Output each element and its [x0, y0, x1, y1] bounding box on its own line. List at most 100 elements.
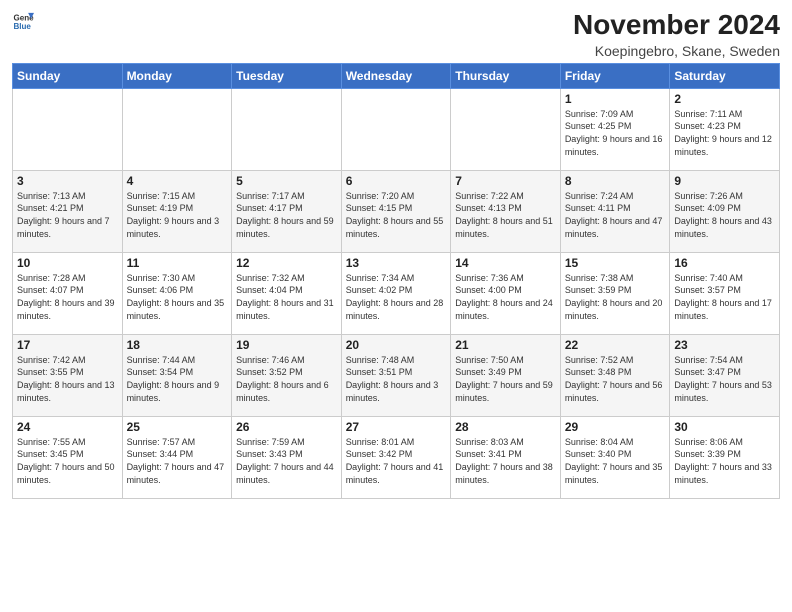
- calendar-week-0: 1 Sunrise: 7:09 AM Sunset: 4:25 PM Daylig…: [13, 88, 780, 170]
- day-detail: Sunrise: 7:55 AM Sunset: 3:45 PM Dayligh…: [17, 436, 118, 486]
- calendar-cell-w1d2: 5 Sunrise: 7:17 AM Sunset: 4:17 PM Daylig…: [232, 170, 342, 252]
- day-detail: Sunrise: 7:50 AM Sunset: 3:49 PM Dayligh…: [455, 354, 556, 404]
- calendar-cell-w3d6: 23 Sunrise: 7:54 AM Sunset: 3:47 PM Dayli…: [670, 334, 780, 416]
- day-number: 9: [674, 174, 775, 188]
- day-detail: Sunrise: 7:24 AM Sunset: 4:11 PM Dayligh…: [565, 190, 666, 240]
- header-tuesday: Tuesday: [232, 63, 342, 88]
- day-number: 16: [674, 256, 775, 270]
- calendar-cell-w2d2: 12Sunrise: 7:32 AM Sunset: 4:04 PM Dayli…: [232, 252, 342, 334]
- day-number: 8: [565, 174, 666, 188]
- calendar-cell-w0d6: 2 Sunrise: 7:11 AM Sunset: 4:23 PM Daylig…: [670, 88, 780, 170]
- day-detail: Sunrise: 7:54 AM Sunset: 3:47 PM Dayligh…: [674, 354, 775, 404]
- day-detail: Sunrise: 7:13 AM Sunset: 4:21 PM Dayligh…: [17, 190, 118, 240]
- day-detail: Sunrise: 7:28 AM Sunset: 4:07 PM Dayligh…: [17, 272, 118, 322]
- day-detail: Sunrise: 7:44 AM Sunset: 3:54 PM Dayligh…: [127, 354, 228, 404]
- header-saturday: Saturday: [670, 63, 780, 88]
- day-number: 18: [127, 338, 228, 352]
- day-detail: Sunrise: 8:03 AM Sunset: 3:41 PM Dayligh…: [455, 436, 556, 486]
- header-wednesday: Wednesday: [341, 63, 451, 88]
- day-detail: Sunrise: 7:26 AM Sunset: 4:09 PM Dayligh…: [674, 190, 775, 240]
- day-detail: Sunrise: 7:57 AM Sunset: 3:44 PM Dayligh…: [127, 436, 228, 486]
- day-detail: Sunrise: 7:22 AM Sunset: 4:13 PM Dayligh…: [455, 190, 556, 240]
- day-detail: Sunrise: 7:52 AM Sunset: 3:48 PM Dayligh…: [565, 354, 666, 404]
- day-detail: Sunrise: 7:36 AM Sunset: 4:00 PM Dayligh…: [455, 272, 556, 322]
- calendar-cell-w4d5: 29 Sunrise: 8:04 AM Sunset: 3:40 PM Dayli…: [560, 416, 670, 498]
- day-number: 26: [236, 420, 337, 434]
- day-number: 30: [674, 420, 775, 434]
- day-number: 6: [346, 174, 447, 188]
- calendar-cell-w0d1: [122, 88, 232, 170]
- calendar-cell-w4d4: 28 Sunrise: 8:03 AM Sunset: 3:41 PM Dayli…: [451, 416, 561, 498]
- day-detail: Sunrise: 7:20 AM Sunset: 4:15 PM Dayligh…: [346, 190, 447, 240]
- day-number: 15: [565, 256, 666, 270]
- day-detail: Sunrise: 8:04 AM Sunset: 3:40 PM Dayligh…: [565, 436, 666, 486]
- header-friday: Friday: [560, 63, 670, 88]
- calendar-cell-w3d3: 20 Sunrise: 7:48 AM Sunset: 3:51 PM Dayli…: [341, 334, 451, 416]
- calendar-cell-w4d2: 26 Sunrise: 7:59 AM Sunset: 3:43 PM Dayli…: [232, 416, 342, 498]
- location-title: Koepingebro, Skane, Sweden: [573, 43, 780, 59]
- calendar-cell-w0d4: [451, 88, 561, 170]
- calendar-week-3: 17 Sunrise: 7:42 AM Sunset: 3:55 PM Dayli…: [13, 334, 780, 416]
- day-number: 7: [455, 174, 556, 188]
- day-number: 21: [455, 338, 556, 352]
- day-detail: Sunrise: 7:40 AM Sunset: 3:57 PM Dayligh…: [674, 272, 775, 322]
- calendar-cell-w0d2: [232, 88, 342, 170]
- day-number: 27: [346, 420, 447, 434]
- logo-icon: General Blue: [12, 10, 34, 32]
- day-number: 1: [565, 92, 666, 106]
- day-number: 19: [236, 338, 337, 352]
- day-detail: Sunrise: 7:09 AM Sunset: 4:25 PM Dayligh…: [565, 108, 666, 158]
- day-number: 20: [346, 338, 447, 352]
- header-monday: Monday: [122, 63, 232, 88]
- calendar-cell-w1d0: 3 Sunrise: 7:13 AM Sunset: 4:21 PM Daylig…: [13, 170, 123, 252]
- day-detail: Sunrise: 8:06 AM Sunset: 3:39 PM Dayligh…: [674, 436, 775, 486]
- calendar-cell-w4d6: 30 Sunrise: 8:06 AM Sunset: 3:39 PM Dayli…: [670, 416, 780, 498]
- day-number: 28: [455, 420, 556, 434]
- calendar-cell-w0d3: [341, 88, 451, 170]
- calendar-cell-w3d0: 17 Sunrise: 7:42 AM Sunset: 3:55 PM Dayli…: [13, 334, 123, 416]
- calendar-cell-w4d1: 25 Sunrise: 7:57 AM Sunset: 3:44 PM Dayli…: [122, 416, 232, 498]
- day-detail: Sunrise: 7:15 AM Sunset: 4:19 PM Dayligh…: [127, 190, 228, 240]
- page-container: General Blue November 2024 Koepingebro, …: [0, 0, 792, 612]
- svg-text:Blue: Blue: [13, 22, 31, 31]
- calendar-cell-w0d5: 1 Sunrise: 7:09 AM Sunset: 4:25 PM Daylig…: [560, 88, 670, 170]
- calendar-cell-w3d2: 19 Sunrise: 7:46 AM Sunset: 3:52 PM Dayli…: [232, 334, 342, 416]
- calendar-cell-w1d6: 9 Sunrise: 7:26 AM Sunset: 4:09 PM Daylig…: [670, 170, 780, 252]
- day-number: 17: [17, 338, 118, 352]
- calendar-cell-w3d5: 22 Sunrise: 7:52 AM Sunset: 3:48 PM Dayli…: [560, 334, 670, 416]
- title-block: November 2024 Koepingebro, Skane, Sweden: [573, 10, 780, 59]
- day-detail: Sunrise: 7:59 AM Sunset: 3:43 PM Dayligh…: [236, 436, 337, 486]
- header-thursday: Thursday: [451, 63, 561, 88]
- calendar-cell-w2d4: 14Sunrise: 7:36 AM Sunset: 4:00 PM Dayli…: [451, 252, 561, 334]
- day-number: 10: [17, 256, 118, 270]
- day-number: 2: [674, 92, 775, 106]
- month-title: November 2024: [573, 10, 780, 41]
- calendar-cell-w4d3: 27Sunrise: 8:01 AM Sunset: 3:42 PM Dayli…: [341, 416, 451, 498]
- day-detail: Sunrise: 7:38 AM Sunset: 3:59 PM Dayligh…: [565, 272, 666, 322]
- day-number: 4: [127, 174, 228, 188]
- day-number: 29: [565, 420, 666, 434]
- day-detail: Sunrise: 7:17 AM Sunset: 4:17 PM Dayligh…: [236, 190, 337, 240]
- day-detail: Sunrise: 7:34 AM Sunset: 4:02 PM Dayligh…: [346, 272, 447, 322]
- day-number: 25: [127, 420, 228, 434]
- calendar-table: Sunday Monday Tuesday Wednesday Thursday…: [12, 63, 780, 499]
- calendar-cell-w0d0: [13, 88, 123, 170]
- header-sunday: Sunday: [13, 63, 123, 88]
- calendar-cell-w2d1: 11Sunrise: 7:30 AM Sunset: 4:06 PM Dayli…: [122, 252, 232, 334]
- calendar-cell-w1d5: 8 Sunrise: 7:24 AM Sunset: 4:11 PM Daylig…: [560, 170, 670, 252]
- calendar-cell-w1d3: 6 Sunrise: 7:20 AM Sunset: 4:15 PM Daylig…: [341, 170, 451, 252]
- calendar-cell-w3d1: 18 Sunrise: 7:44 AM Sunset: 3:54 PM Dayli…: [122, 334, 232, 416]
- calendar-cell-w2d3: 13Sunrise: 7:34 AM Sunset: 4:02 PM Dayli…: [341, 252, 451, 334]
- day-detail: Sunrise: 7:30 AM Sunset: 4:06 PM Dayligh…: [127, 272, 228, 322]
- day-detail: Sunrise: 7:42 AM Sunset: 3:55 PM Dayligh…: [17, 354, 118, 404]
- day-detail: Sunrise: 7:32 AM Sunset: 4:04 PM Dayligh…: [236, 272, 337, 322]
- day-number: 22: [565, 338, 666, 352]
- calendar-week-1: 3 Sunrise: 7:13 AM Sunset: 4:21 PM Daylig…: [13, 170, 780, 252]
- day-number: 23: [674, 338, 775, 352]
- day-detail: Sunrise: 7:46 AM Sunset: 3:52 PM Dayligh…: [236, 354, 337, 404]
- day-detail: Sunrise: 7:11 AM Sunset: 4:23 PM Dayligh…: [674, 108, 775, 158]
- day-number: 5: [236, 174, 337, 188]
- calendar-cell-w2d0: 10 Sunrise: 7:28 AM Sunset: 4:07 PM Dayli…: [13, 252, 123, 334]
- day-number: 3: [17, 174, 118, 188]
- day-detail: Sunrise: 7:48 AM Sunset: 3:51 PM Dayligh…: [346, 354, 447, 404]
